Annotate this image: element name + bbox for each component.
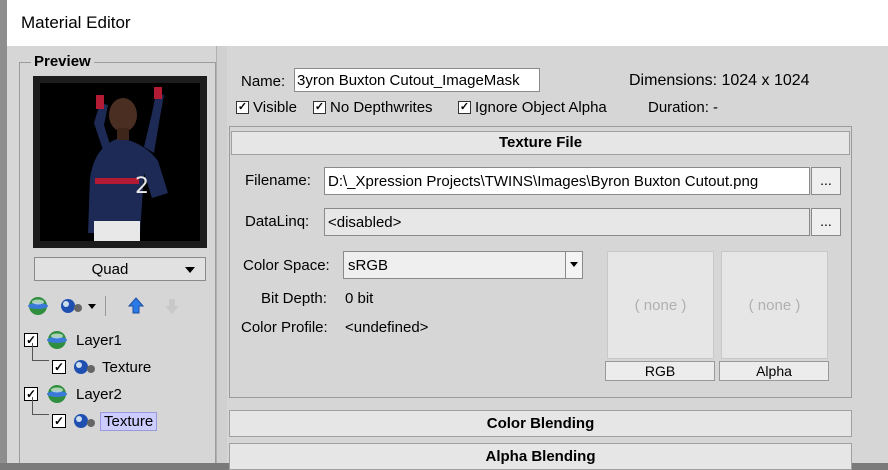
tree-item-label: Layer1 — [76, 331, 122, 349]
name-field[interactable]: 3yron Buxton Cutout_ImageMask — [294, 68, 540, 92]
chevron-down-icon[interactable] — [87, 292, 97, 320]
tree-item-texture1[interactable]: ✓ Texture — [52, 355, 151, 379]
texture-file-header[interactable]: Texture File — [231, 131, 850, 155]
toolbar-separator — [105, 296, 106, 316]
tree-item-label-selected: Texture — [100, 411, 158, 431]
bit-depth-value: 0 bit — [345, 290, 374, 307]
tree-connector — [32, 343, 49, 361]
window-left-edge — [0, 0, 7, 463]
color-blending-header[interactable]: Color Blending — [229, 410, 852, 437]
no-depthwrites-label: No Depthwrites — [330, 99, 433, 116]
layer-toolbar — [27, 292, 197, 320]
color-space-value: sRGB — [348, 257, 389, 274]
color-space-select[interactable]: sRGB — [343, 251, 583, 279]
datalinq-label: DataLinq: — [245, 213, 310, 230]
tree-connector — [32, 397, 49, 415]
add-layer-icon[interactable] — [27, 292, 49, 320]
texture2-checkbox[interactable]: ✓ — [52, 414, 66, 428]
preview-shape-value: Quad — [91, 261, 129, 278]
texture-icon — [74, 414, 95, 428]
svg-text:2: 2 — [135, 174, 149, 199]
filename-label: Filename: — [245, 172, 311, 189]
filename-field[interactable]: D:\_Xpression Projects\TWINS\Images\Byro… — [324, 167, 810, 195]
window-title: Material Editor — [21, 13, 131, 32]
move-up-icon[interactable] — [127, 292, 145, 320]
ignore-alpha-checkbox[interactable]: ✓ Ignore Object Alpha — [458, 99, 607, 116]
rgb-channel-preview: ( none ) — [607, 251, 714, 359]
tree-item-label: Layer2 — [76, 385, 122, 403]
alpha-caption: Alpha — [719, 361, 829, 381]
duration-readout: Duration: - — [648, 99, 719, 116]
texture-icon — [74, 360, 95, 374]
alpha-blending-header[interactable]: Alpha Blending — [229, 443, 852, 470]
ignore-alpha-label: Ignore Object Alpha — [475, 99, 607, 116]
tree-item-label: Texture — [102, 358, 152, 376]
browse-file-button[interactable]: ... — [811, 167, 841, 195]
alpha-channel-preview: ( none ) — [721, 251, 828, 359]
name-label: Name: — [241, 73, 286, 90]
title-bar: Material Editor — [7, 0, 888, 46]
datalinq-browse-button[interactable]: ... — [811, 208, 841, 236]
chevron-down-icon — [185, 267, 195, 273]
rgb-caption: RGB — [605, 361, 715, 381]
chevron-down-icon — [565, 252, 582, 278]
dimensions-readout: Dimensions: 1024 x 1024 — [629, 72, 810, 89]
visible-checkbox[interactable]: ✓ Visible — [236, 99, 297, 116]
tree-item-texture2[interactable]: ✓ Texture — [52, 409, 158, 433]
bit-depth-label: Bit Depth: — [261, 290, 327, 307]
color-space-label: Color Space: — [243, 257, 330, 274]
preview-label: Preview — [31, 53, 94, 70]
visible-label: Visible — [253, 99, 297, 116]
datalinq-field[interactable]: <disabled> — [324, 208, 810, 236]
color-profile-value: <undefined> — [345, 319, 429, 336]
color-profile-label: Color Profile: — [241, 319, 328, 336]
move-down-icon[interactable] — [163, 292, 181, 320]
texture1-checkbox[interactable]: ✓ — [52, 360, 66, 374]
splitter[interactable] — [216, 46, 227, 463]
add-texture-icon[interactable] — [59, 292, 85, 320]
no-depthwrites-checkbox[interactable]: ✓ No Depthwrites — [313, 99, 433, 116]
material-thumbnail: 2 — [40, 83, 200, 241]
preview-shape-dropdown[interactable]: Quad — [34, 257, 206, 281]
